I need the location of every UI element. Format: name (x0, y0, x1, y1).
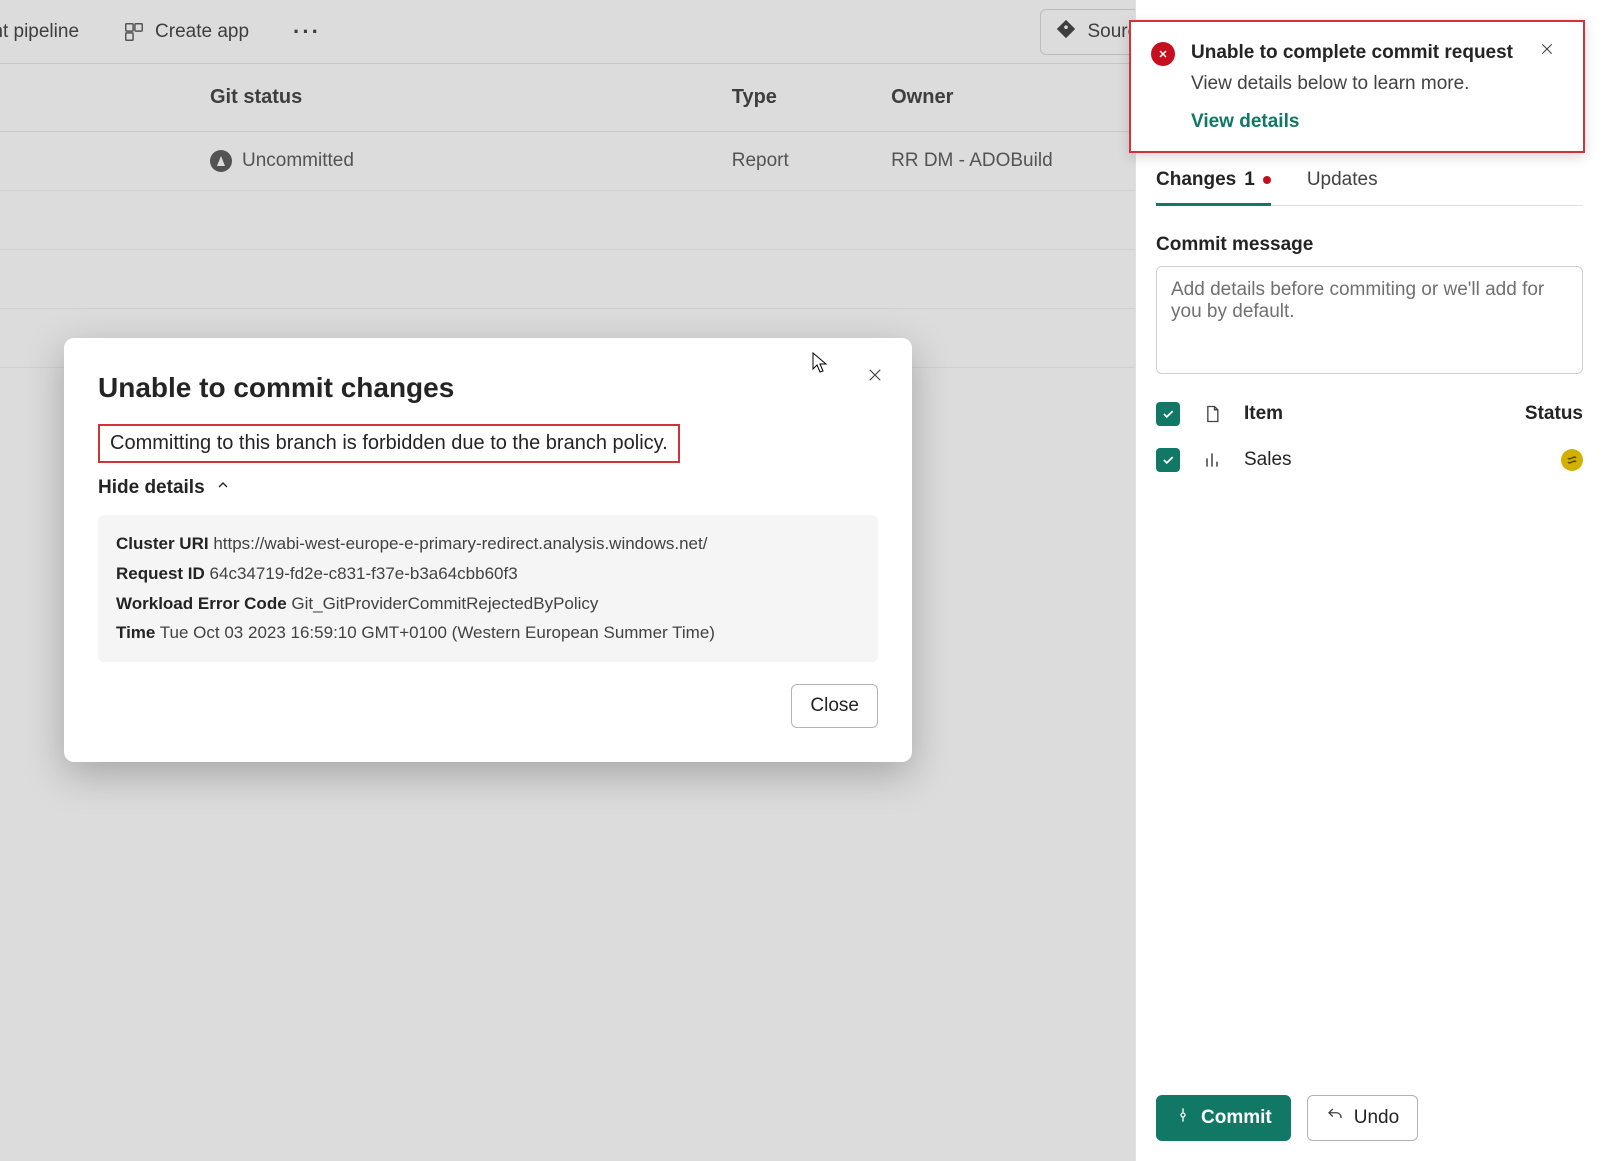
detail-val-cluster: https://wabi-west-europe-e-primary-redir… (213, 534, 707, 553)
modal-message: Committing to this branch is forbidden d… (98, 424, 680, 463)
modal-close-button[interactable] (860, 360, 890, 390)
modal-close-footer-button[interactable]: Close (791, 684, 878, 728)
select-all-checkbox[interactable] (1156, 402, 1180, 426)
commit-icon (1175, 1107, 1191, 1129)
modal-title: Unable to commit changes (98, 372, 878, 404)
toast-close-button[interactable] (1539, 40, 1563, 133)
error-toast: Unable to complete commit request View d… (1129, 20, 1585, 153)
modal-close-label: Close (810, 695, 859, 717)
undo-button-label: Undo (1354, 1107, 1399, 1129)
toast-view-details-link[interactable]: View details (1191, 111, 1523, 133)
detail-key-request: Request ID (116, 564, 205, 583)
error-icon (1151, 42, 1175, 66)
detail-key-cluster: Cluster URI (116, 534, 209, 553)
changes-header: Item Status (1156, 402, 1583, 426)
item-checkbox[interactable] (1156, 448, 1180, 472)
changes-indicator-dot (1263, 176, 1271, 184)
detail-key-time: Time (116, 623, 155, 642)
modal-details: Cluster URI https://wabi-west-europe-e-p… (98, 515, 878, 662)
toast-title: Unable to complete commit request (1191, 40, 1523, 67)
item-status-badge (1561, 449, 1583, 471)
col-header-status: Status (1513, 403, 1583, 425)
report-icon (1200, 449, 1224, 471)
commit-message-placeholder: Add details before commiting or we'll ad… (1171, 279, 1544, 322)
tab-changes-label: Changes (1156, 169, 1236, 191)
toggle-details-button[interactable]: Hide details (98, 477, 878, 499)
detail-val-request: 64c34719-fd2e-c831-f37e-b3a64cbb60f3 (210, 564, 518, 583)
tab-updates[interactable]: Updates (1307, 159, 1378, 205)
detail-key-errcode: Workload Error Code (116, 594, 287, 613)
detail-val-time: Tue Oct 03 2023 16:59:10 GMT+0100 (Weste… (160, 623, 715, 642)
toast-subtitle: View details below to learn more. (1191, 73, 1523, 95)
error-modal: Unable to commit changes Committing to t… (64, 338, 912, 762)
undo-icon (1326, 1106, 1344, 1130)
item-name: Sales (1244, 449, 1493, 471)
tab-changes[interactable]: Changes 1 (1156, 159, 1271, 205)
undo-button[interactable]: Undo (1307, 1095, 1418, 1141)
source-control-panel: Source control main (1135, 0, 1603, 1161)
chevron-up-icon (215, 477, 231, 499)
commit-button[interactable]: Commit (1156, 1095, 1291, 1141)
tab-changes-count: 1 (1244, 169, 1255, 191)
commit-message-input[interactable]: Add details before commiting or we'll ad… (1156, 266, 1583, 374)
commit-message-label: Commit message (1156, 234, 1583, 256)
sc-tabs: Changes 1 Updates (1156, 159, 1583, 206)
changes-item[interactable]: Sales (1156, 448, 1583, 472)
file-icon (1200, 403, 1224, 425)
commit-button-label: Commit (1201, 1107, 1272, 1129)
tab-updates-label: Updates (1307, 169, 1378, 191)
toggle-details-label: Hide details (98, 477, 205, 499)
detail-val-errcode: Git_GitProviderCommitRejectedByPolicy (291, 594, 598, 613)
col-header-item: Item (1244, 403, 1493, 425)
